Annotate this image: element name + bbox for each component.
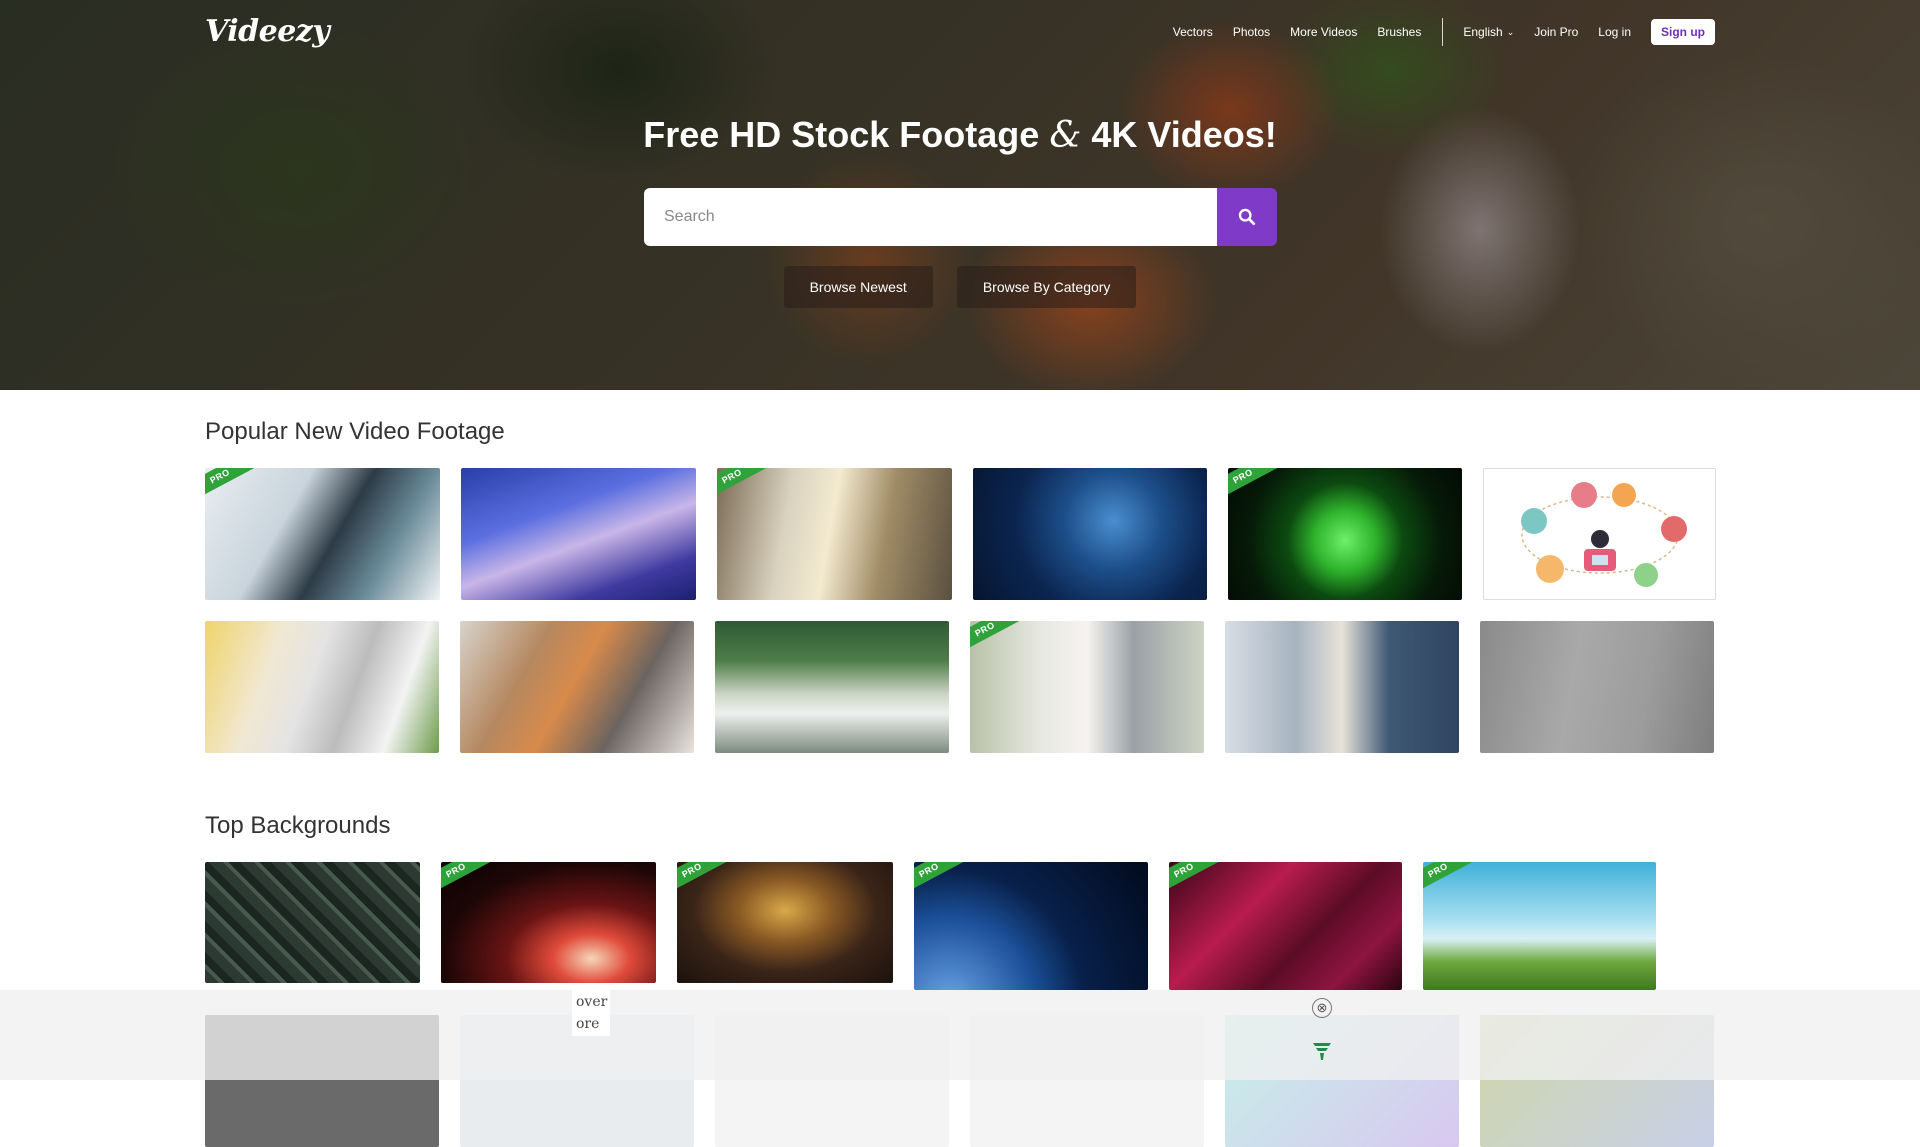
video-thumbnail[interactable] — [1225, 621, 1459, 753]
hero-title-part1: Free HD Stock Footage — [643, 114, 1040, 155]
browse-buttons: Browse Newest Browse By Category — [0, 266, 1920, 308]
hero-title: Free HD Stock Footage & 4K Videos! — [0, 114, 1920, 156]
pro-badge: PRO — [1228, 468, 1282, 501]
nav-divider — [1442, 18, 1444, 46]
search-icon — [1238, 208, 1256, 226]
nav-photos[interactable]: Photos — [1233, 25, 1270, 39]
video-thumbnail[interactable]: PRO — [205, 468, 440, 600]
online-shopping-illustration — [1521, 482, 1687, 587]
ad-text-line: over — [576, 994, 608, 1010]
videezy-logo[interactable]: Videezy — [205, 14, 330, 49]
pro-badge: PRO — [717, 468, 771, 501]
pro-badge: PRO — [205, 468, 259, 501]
hero-banner: Videezy Vectors Photos More Videos Brush… — [0, 0, 1920, 390]
video-thumbnail[interactable] — [205, 621, 439, 753]
background-thumbnail[interactable]: PRO — [1169, 862, 1402, 990]
search-button[interactable] — [1217, 188, 1277, 246]
advertisement-banner — [0, 990, 1920, 1080]
video-thumbnail[interactable] — [973, 468, 1207, 600]
video-thumbnail[interactable]: PRO — [1228, 468, 1462, 600]
top-navigation: Vectors Photos More Videos Brushes Engli… — [1153, 18, 1715, 46]
language-selector[interactable]: English ⌄ — [1463, 25, 1514, 39]
video-thumbnail[interactable] — [460, 621, 694, 753]
pro-badge: PRO — [1169, 862, 1223, 895]
login-link[interactable]: Log in — [1598, 25, 1631, 39]
popular-grid-row-1: PRO PRO PRO — [205, 468, 1716, 600]
popular-grid-row-2: PRO — [205, 621, 1715, 753]
background-thumbnail[interactable]: PRO — [1423, 862, 1656, 990]
nav-brushes[interactable]: Brushes — [1377, 25, 1421, 39]
hero-title-ampersand: & — [1049, 115, 1082, 156]
video-thumbnail[interactable] — [715, 621, 949, 753]
popular-section-title: Popular New Video Footage — [205, 418, 505, 445]
pro-badge: PRO — [970, 621, 1024, 654]
video-thumbnail[interactable] — [461, 468, 696, 600]
video-thumbnail[interactable]: PRO — [970, 621, 1204, 753]
ad-text-line: ore — [576, 1016, 600, 1032]
funnel-logo-icon[interactable] — [1311, 1040, 1333, 1062]
signup-button[interactable]: Sign up — [1651, 19, 1715, 45]
backgrounds-grid-row-1: PRO PRO PRO PRO PRO — [205, 862, 1715, 990]
nav-vectors[interactable]: Vectors — [1173, 25, 1213, 39]
video-thumbnail[interactable] — [1480, 621, 1714, 753]
backgrounds-section-title: Top Backgrounds — [205, 812, 391, 839]
join-pro-link[interactable]: Join Pro — [1534, 25, 1578, 39]
video-thumbnail[interactable] — [1483, 468, 1716, 600]
background-thumbnail[interactable]: PRO — [677, 862, 893, 983]
browse-category-button[interactable]: Browse By Category — [956, 266, 1137, 308]
pro-badge: PRO — [677, 862, 731, 895]
video-thumbnail[interactable]: PRO — [717, 468, 952, 600]
nav-more-videos[interactable]: More Videos — [1290, 25, 1357, 39]
background-thumbnail[interactable] — [205, 862, 420, 983]
hero-title-part2: 4K Videos! — [1091, 114, 1277, 155]
background-thumbnail[interactable]: PRO — [914, 862, 1148, 990]
pro-badge: PRO — [1423, 862, 1477, 895]
background-thumbnail[interactable]: PRO — [441, 862, 656, 983]
browse-newest-button[interactable]: Browse Newest — [783, 266, 933, 308]
language-label: English — [1463, 25, 1503, 39]
close-icon[interactable]: ⊗ — [1312, 998, 1332, 1018]
pro-badge: PRO — [914, 862, 968, 895]
search-input[interactable] — [644, 188, 1217, 246]
ad-text-snippet: over ore — [572, 990, 610, 1036]
chevron-down-icon: ⌄ — [1506, 26, 1515, 37]
pro-badge: PRO — [441, 862, 495, 895]
search-bar — [644, 188, 1277, 246]
